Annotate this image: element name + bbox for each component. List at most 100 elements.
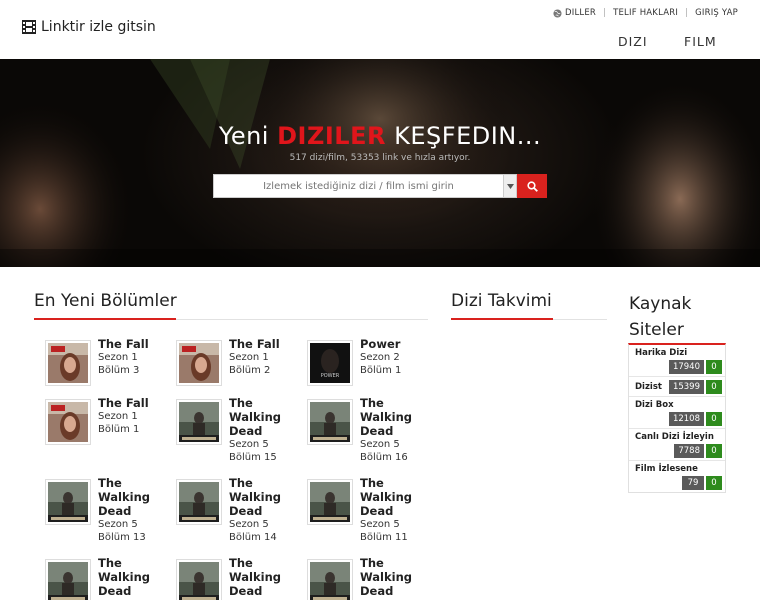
title-underline [451,318,553,320]
svg-text:POWER: POWER [321,373,340,379]
search-icon [526,180,538,192]
episode-title[interactable]: Power [360,337,401,351]
new-count-badge: 0 [706,380,722,394]
site-header: Linktir izle gitsin DILLER | TELIF HAKLA… [0,0,760,59]
source-name: Dizi Box [635,400,674,410]
episode-title[interactable]: The Walking Dead [229,556,287,598]
episode-poster[interactable] [45,399,91,445]
episode-season: Sezon 5 [229,519,269,530]
source-name: Dizist [635,382,662,392]
episode-card[interactable]: POWER Power Sezon 2 Bölüm 1 [307,337,432,386]
caret-down-icon [506,183,514,189]
episode-poster[interactable] [45,559,91,600]
episode-poster[interactable] [45,479,91,525]
new-count-badge: 0 [706,412,722,426]
episode-title[interactable]: The Walking Dead [98,556,156,598]
globe-icon [553,8,562,18]
episode-title[interactable]: The Fall [229,337,280,351]
episode-title[interactable]: The Walking Dead [229,476,287,518]
episode-number: Bölüm 14 [229,532,277,543]
source-item[interactable]: Dizist 15399 0 [629,377,725,397]
source-item[interactable]: Harika Dizi 17940 0 [629,345,725,377]
episode-card[interactable]: The Fall Sezon 1 Bölüm 1 [45,396,170,445]
film-icon [22,20,36,34]
episode-number: Bölüm 1 [98,424,140,435]
sources-list: Harika Dizi 17940 0 Dizist 15399 0 Dizi … [628,343,726,493]
episode-poster[interactable] [45,340,91,386]
login-link[interactable]: GIRIŞ YAP [695,8,738,18]
top-links: DILLER | TELIF HAKLARI | GIRIŞ YAP [553,8,738,18]
episode-title[interactable]: The Fall [98,396,149,410]
nav-dizi[interactable]: DIZI [618,34,648,49]
episode-poster[interactable] [176,559,222,600]
latest-episodes-title: En Yeni Bölümler [34,291,177,311]
divider: | [685,8,689,18]
hero-banner: Yeni DIZILER KEŞFEDIN... 517 dizi/film, … [0,59,760,267]
languages-link[interactable]: DILLER [565,8,596,18]
episode-poster[interactable] [176,399,222,445]
episode-number: Bölüm 3 [98,365,140,376]
search-bar [213,174,547,198]
episode-poster[interactable] [176,479,222,525]
episode-title[interactable]: The Fall [98,337,149,351]
source-item[interactable]: Canlı Dizi İzleyin 7788 0 [629,429,725,461]
episode-season: Sezon 5 [360,439,400,450]
episode-card[interactable]: The Walking Dead Sezon 5 Bölüm 14 [176,476,301,544]
episode-number: Bölüm 16 [360,452,408,463]
episode-poster[interactable]: POWER [307,340,353,386]
link-count-badge: 17940 [668,360,704,374]
episode-card[interactable]: The Walking Dead Sezon 5 Bölüm 11 [307,476,432,544]
episode-title[interactable]: The Walking Dead [360,396,418,438]
episode-card[interactable]: The Fall Sezon 1 Bölüm 2 [176,337,301,386]
episode-number: Bölüm 1 [360,365,402,376]
site-logo[interactable]: Linktir izle gitsin [22,19,156,35]
episode-card[interactable]: The Walking Dead [307,556,432,600]
source-item[interactable]: Film İzlesene 79 0 [629,461,725,492]
link-count-badge: 12108 [668,412,704,426]
episode-card[interactable]: The Walking Dead Sezon 5 Bölüm 16 [307,396,432,464]
episode-season: Sezon 2 [360,352,400,363]
divider: | [603,8,607,18]
episode-title[interactable]: The Walking Dead [360,556,418,598]
new-count-badge: 0 [706,444,722,458]
episode-poster[interactable] [307,479,353,525]
search-input[interactable] [213,174,503,198]
episode-poster[interactable] [176,340,222,386]
hero-title-pre: Yeni [218,122,269,150]
copyright-link[interactable]: TELIF HAKLARI [613,8,678,18]
episode-poster[interactable] [307,399,353,445]
link-count-badge: 7788 [674,444,704,458]
episode-title[interactable]: The Walking Dead [229,396,287,438]
nav-film[interactable]: FILM [684,34,717,49]
hero-title-post: KEŞFEDIN... [394,122,542,150]
search-button[interactable] [517,174,547,198]
episode-poster[interactable] [307,559,353,600]
episode-title[interactable]: The Walking Dead [360,476,418,518]
source-item[interactable]: Dizi Box 12108 0 [629,397,725,429]
search-dropdown-toggle[interactable] [503,174,517,198]
hero-background-image [0,59,760,267]
link-count-badge: 79 [682,476,704,490]
episode-season: Sezon 1 [98,352,138,363]
episode-card[interactable]: The Fall Sezon 1 Bölüm 3 [45,337,170,386]
episode-season: Sezon 5 [229,439,269,450]
episode-number: Bölüm 2 [229,365,271,376]
site-name: Linktir izle gitsin [41,19,156,35]
link-count-badge: 15399 [668,380,704,394]
episode-season: Sezon 1 [98,411,138,422]
title-underline [34,318,176,320]
source-name: Harika Dizi [635,348,688,358]
episode-card[interactable]: The Walking Dead [176,556,301,600]
hero-title-accent: DIZILER [277,122,386,150]
episode-card[interactable]: The Walking Dead [45,556,170,600]
new-count-badge: 0 [706,360,722,374]
episode-card[interactable]: The Walking Dead Sezon 5 Bölüm 15 [176,396,301,464]
episode-number: Bölüm 11 [360,532,408,543]
hero-subtitle: 517 dizi/film, 53353 link ve hızla artıy… [289,153,471,163]
episode-card[interactable]: The Walking Dead Sezon 5 Bölüm 13 [45,476,170,544]
episode-title[interactable]: The Walking Dead [98,476,156,518]
source-name: Canlı Dizi İzleyin [635,432,714,442]
episode-season: Sezon 5 [98,519,138,530]
episode-number: Bölüm 13 [98,532,146,543]
new-count-badge: 0 [706,476,722,490]
